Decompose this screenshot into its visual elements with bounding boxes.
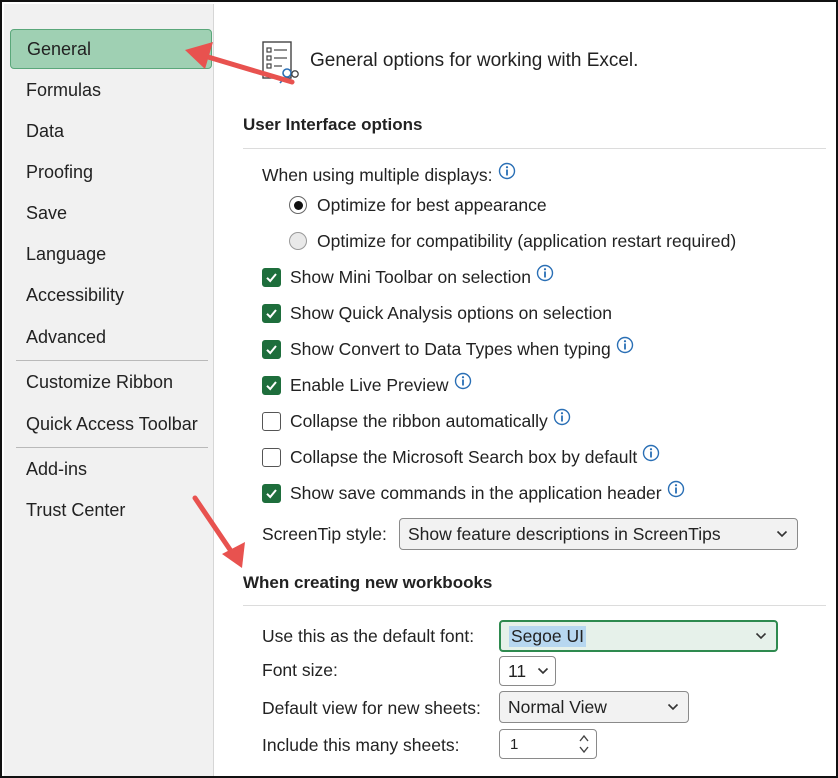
checkbox-checked[interactable]: [262, 339, 281, 359]
default-font-label: Use this as the default font:: [262, 626, 475, 646]
sidebar-item-general[interactable]: General: [10, 29, 212, 69]
checkbox-row-mini-toolbar[interactable]: Show Mini Toolbar on selection: [262, 263, 554, 291]
sidebar-item-label: Trust Center: [26, 500, 126, 520]
excel-options-window: General Formulas Data Proofing Save Lang…: [0, 0, 838, 778]
info-icon[interactable]: [536, 264, 554, 282]
sidebar-item-formulas[interactable]: Formulas: [10, 70, 212, 110]
checkbox-label: Collapse the ribbon automatically: [290, 410, 548, 431]
sidebar-item-language[interactable]: Language: [10, 234, 212, 274]
sidebar-divider: [16, 360, 208, 361]
checkbox-unchecked[interactable]: [262, 447, 281, 467]
sidebar-item-proofing[interactable]: Proofing: [10, 152, 212, 192]
section-title-new-workbooks: When creating new workbooks: [243, 573, 493, 592]
checkbox-label: Show save commands in the application he…: [290, 482, 662, 503]
checkbox-row-save-commands[interactable]: Show save commands in the application he…: [262, 479, 685, 507]
radio-compatibility[interactable]: Optimize for compatibility (application …: [289, 227, 736, 255]
section-divider: [243, 605, 826, 606]
sidebar-item-accessibility[interactable]: Accessibility: [10, 275, 212, 315]
radio-best-appearance[interactable]: Optimize for best appearance: [289, 191, 547, 219]
sidebar-item-label: Quick Access Toolbar: [26, 414, 198, 434]
multi-display-row: When using multiple displays:: [262, 161, 516, 189]
sidebar-item-data[interactable]: Data: [10, 111, 212, 151]
sheets-count-spinner[interactable]: 1: [499, 729, 597, 759]
sidebar-item-customize-ribbon[interactable]: Customize Ribbon: [10, 362, 212, 402]
sidebar-item-label: Proofing: [26, 162, 94, 182]
sheets-count-label: Include this many sheets:: [262, 735, 460, 755]
info-icon[interactable]: [553, 408, 571, 426]
sidebar-divider: [16, 447, 208, 448]
default-view-dropdown[interactable]: Normal View: [499, 691, 689, 723]
checkbox-label: Show Mini Toolbar on selection: [290, 266, 531, 287]
section-title-ui-options: User Interface options: [243, 115, 423, 134]
dropdown-value: 11: [508, 660, 527, 681]
info-icon[interactable]: [498, 162, 516, 180]
checkbox-checked[interactable]: [262, 483, 281, 503]
checkbox-row-collapse-ribbon[interactable]: Collapse the ribbon automatically: [262, 407, 571, 435]
checkbox-row-convert-data-types[interactable]: Show Convert to Data Types when typing: [262, 335, 634, 363]
sidebar-item-label: Accessibility: [26, 285, 125, 305]
checkbox-row-collapse-search[interactable]: Collapse the Microsoft Search box by def…: [262, 443, 660, 471]
sidebar-item-trust-center[interactable]: Trust Center: [10, 490, 212, 530]
font-size-dropdown[interactable]: 11: [499, 656, 556, 686]
sidebar-item-advanced[interactable]: Advanced: [10, 317, 212, 357]
checkbox-checked[interactable]: [262, 375, 281, 395]
radio-label: Optimize for best appearance: [317, 194, 547, 215]
default-view-label: Default view for new sheets:: [262, 698, 481, 718]
checkbox-label: Collapse the Microsoft Search box by def…: [290, 446, 638, 467]
sidebar-item-save[interactable]: Save: [10, 193, 212, 233]
dropdown-value: Show feature descriptions in ScreenTips: [408, 523, 721, 544]
sidebar-item-label: Language: [26, 244, 107, 264]
screentip-style-dropdown[interactable]: Show feature descriptions in ScreenTips: [399, 518, 798, 550]
info-icon[interactable]: [616, 336, 634, 354]
checkbox-label: Show Quick Analysis options on selection: [290, 302, 612, 323]
sidebar-item-add-ins[interactable]: Add-ins: [10, 449, 212, 489]
multi-display-label: When using multiple displays:: [262, 164, 493, 185]
radio-label: Optimize for compatibility (application …: [317, 230, 737, 251]
font-size-label: Font size:: [262, 660, 338, 680]
chevron-down-icon: [755, 632, 767, 640]
checkbox-label: Enable Live Preview: [290, 374, 449, 395]
options-checklist-icon: [262, 41, 299, 84]
info-icon[interactable]: [667, 480, 685, 498]
sidebar-item-label: Save: [26, 203, 68, 223]
info-icon[interactable]: [642, 444, 660, 462]
sidebar-item-label: Data: [26, 121, 65, 141]
checkbox-checked[interactable]: [262, 267, 281, 287]
radio-button-unchecked[interactable]: [289, 232, 307, 250]
checkbox-unchecked[interactable]: [262, 411, 281, 431]
dropdown-value: Normal View: [508, 696, 607, 717]
sidebar-item-label: General: [27, 39, 92, 59]
spinner-arrows-icon[interactable]: [578, 732, 590, 756]
sidebar-item-quick-access-toolbar[interactable]: Quick Access Toolbar: [10, 404, 212, 444]
checkbox-checked[interactable]: [262, 303, 281, 323]
info-icon[interactable]: [454, 372, 472, 390]
chevron-down-icon: [667, 703, 679, 711]
chevron-down-icon: [776, 530, 788, 538]
page-description: General options for working with Excel.: [310, 50, 639, 71]
checkbox-label: Show Convert to Data Types when typing: [290, 338, 611, 359]
sidebar-item-label: Add-ins: [26, 459, 88, 479]
checkbox-row-live-preview[interactable]: Enable Live Preview: [262, 371, 472, 399]
default-font-dropdown[interactable]: Segoe UI: [499, 620, 778, 652]
dropdown-value: Segoe UI: [509, 625, 586, 647]
checkbox-row-quick-analysis[interactable]: Show Quick Analysis options on selection: [262, 299, 612, 327]
sidebar-item-label: Formulas: [26, 80, 102, 100]
sidebar-item-label: Advanced: [26, 327, 107, 347]
radio-button-checked[interactable]: [289, 196, 307, 214]
chevron-down-icon: [537, 667, 549, 675]
screentip-style-label: ScreenTip style:: [262, 524, 387, 544]
sidebar-item-label: Customize Ribbon: [26, 372, 174, 392]
spinner-value: 1: [510, 735, 519, 753]
section-divider: [243, 148, 826, 149]
